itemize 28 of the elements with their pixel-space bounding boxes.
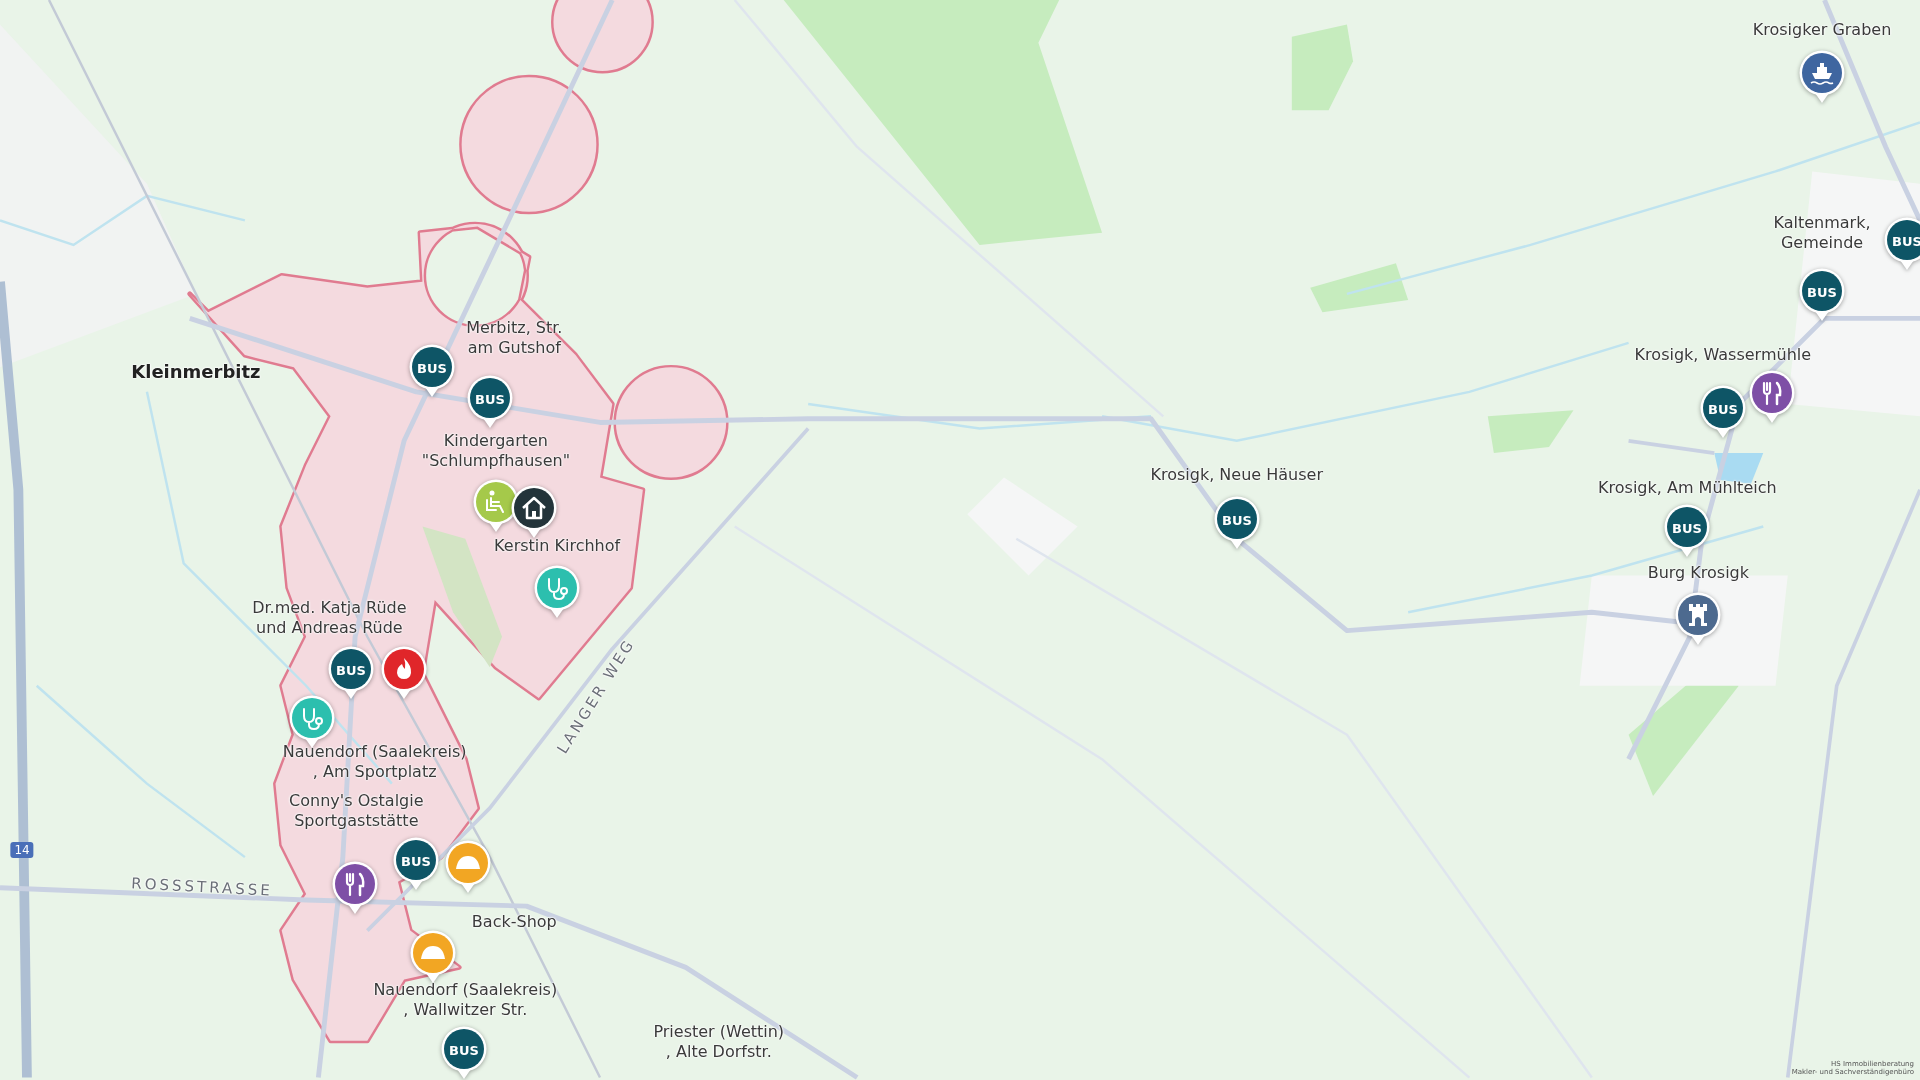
poi-label: Krosigk, Neue Häuser <box>1150 465 1323 486</box>
poi-label: Krosigk, Am Mühlteich <box>1598 477 1777 498</box>
poi-label: Kaltenmark, Gemeinde <box>1773 213 1871 254</box>
poi-label: Burg Krosigk <box>1647 563 1750 584</box>
poi-label: Kindergarten "Schlumpfhausen" <box>421 431 570 471</box>
castle-tower-icon <box>1689 603 1708 626</box>
house-icon <box>521 496 547 520</box>
stethoscope-icon <box>548 577 569 600</box>
poi-label: Krosigk, Wassermühle <box>1634 345 1812 366</box>
poi-label: Conny's Ostalgie Sportgaststätte <box>289 791 424 831</box>
flame-icon <box>397 657 412 679</box>
poi-label: Back-Shop <box>471 912 557 933</box>
stethoscope-icon <box>303 707 324 730</box>
map-marker[interactable] <box>1674 590 1723 647</box>
place-label: Kleinmerbitz <box>131 362 261 383</box>
fork-knife-icon <box>346 872 365 897</box>
poi-label: Nauendorf (Saalekreis) , Am Sportplatz <box>282 742 467 783</box>
poi-label: Priester (Wettin) , Alte Dorfstr. <box>653 1022 785 1063</box>
seated-person-icon <box>485 490 504 514</box>
poi-label: Merbitz, Str. am Gutshof <box>466 318 563 359</box>
map-marker[interactable] <box>380 644 429 701</box>
boat-icon <box>1810 63 1834 86</box>
road-number-label: 14 <box>10 842 34 859</box>
poi-label: Kerstin Kirchhof <box>494 536 621 557</box>
map-marker[interactable] <box>533 563 582 620</box>
fork-knife-icon <box>1762 381 1782 406</box>
poi-label: Krosigker Graben <box>1752 19 1892 40</box>
street-label: ROSSSTRASSE <box>130 872 274 901</box>
